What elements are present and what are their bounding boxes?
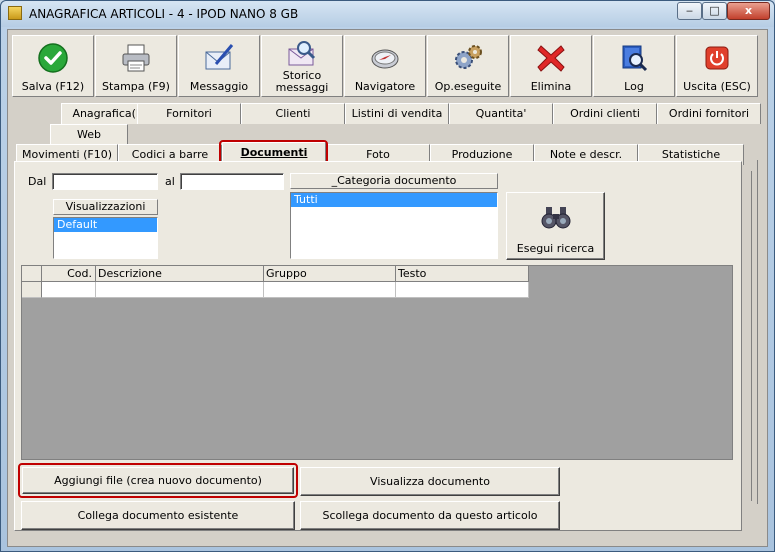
message-history-label: Storico messaggi (262, 70, 342, 94)
operations-label: Op.eseguite (434, 80, 502, 93)
tab-fornitori[interactable]: Fornitori (137, 103, 241, 124)
maximize-button[interactable]: □ (702, 2, 727, 20)
log-label: Log (624, 80, 644, 93)
close-button[interactable]: x (727, 2, 770, 20)
views-option-default[interactable]: Default (54, 218, 157, 232)
delete-button[interactable]: Elimina (510, 35, 592, 97)
exit-label: Uscita (ESC) (683, 80, 751, 93)
window-title: ANAGRAFICA ARTICOLI - 4 - IPOD NANO 8 GB (29, 7, 299, 21)
binoculars-icon (541, 207, 571, 229)
to-date-label: al (165, 175, 175, 188)
add-file-highlight (18, 463, 298, 498)
navigator-label: Navigatore (354, 80, 416, 93)
grid-header-descrizione[interactable]: Descrizione (96, 266, 264, 282)
message-label: Messaggio (189, 80, 249, 93)
message-button[interactable]: Messaggio (178, 35, 260, 97)
grid-cell-gruppo[interactable] (264, 282, 396, 298)
tab-panel-edge (748, 171, 752, 501)
from-date-label: Dal (28, 175, 47, 188)
link-existing-document-button[interactable]: Collega documento esistente (21, 501, 295, 530)
tab-web[interactable]: Web (50, 124, 128, 145)
print-button[interactable]: Stampa (F9) (95, 35, 177, 97)
tab-ordini-fornitori[interactable]: Ordini fornitori (657, 103, 761, 124)
tab-ordini-clienti[interactable]: Ordini clienti (553, 103, 657, 124)
tab-clienti[interactable]: Clienti (241, 103, 345, 124)
tab-quantita[interactable]: Quantita' (449, 103, 553, 124)
grid-cell-cod[interactable] (42, 282, 96, 298)
book-search-icon (622, 45, 648, 72)
grid-header-testo[interactable]: Testo (396, 266, 529, 282)
view-document-button[interactable]: Visualizza documento (300, 467, 560, 496)
envelope-search-icon (288, 41, 316, 66)
views-header: Visualizzazioni (53, 199, 158, 215)
compass-icon (371, 49, 399, 69)
grid-cell-descrizione[interactable] (96, 282, 264, 298)
search-button[interactable]: Esegui ricerca (506, 192, 605, 260)
from-date-input[interactable] (52, 173, 158, 190)
unlink-document-button[interactable]: Scollega documento da questo articolo (300, 501, 560, 530)
log-button[interactable]: Log (593, 35, 675, 97)
operations-button[interactable]: Op.eseguite (427, 35, 509, 97)
message-history-label-line2: messaggi (275, 81, 329, 94)
minimize-button[interactable]: ‒ (677, 2, 702, 20)
red-x-icon (537, 45, 565, 72)
print-label: Stampa (F9) (102, 80, 170, 93)
gears-icon (455, 45, 482, 69)
save-label: Salva (F12) (21, 80, 85, 93)
grid-cell-testo[interactable] (396, 282, 529, 298)
power-icon (705, 46, 729, 70)
views-listbox[interactable]: Default (53, 217, 158, 259)
delete-label: Elimina (530, 80, 572, 93)
tab-panel-edge (754, 160, 758, 504)
app-icon (8, 6, 22, 20)
grid-corner-header (22, 266, 42, 282)
grid-header-gruppo[interactable]: Gruppo (264, 266, 396, 282)
category-listbox[interactable]: Tutti (290, 192, 498, 259)
exit-button[interactable]: Uscita (ESC) (676, 35, 758, 97)
search-button-label: Esegui ricerca (516, 242, 595, 255)
navigator-button[interactable]: Navigatore (344, 35, 426, 97)
save-button[interactable]: Salva (F12) (12, 35, 94, 97)
to-date-input[interactable] (180, 173, 284, 190)
message-history-button[interactable]: Storico messaggi (261, 35, 343, 97)
title-bar[interactable]: ANAGRAFICA ARTICOLI - 4 - IPOD NANO 8 GB… (1, 1, 774, 27)
envelope-pen-icon (205, 44, 234, 70)
category-header: _Categoria documento (290, 173, 498, 189)
tab-listini-vendita[interactable]: Listini di vendita (345, 103, 449, 124)
grid-header-cod[interactable]: Cod. (42, 266, 96, 282)
printer-icon (122, 44, 150, 72)
documents-grid[interactable]: Cod. Descrizione Gruppo Testo (21, 265, 733, 460)
grid-row-indicator[interactable] (22, 282, 42, 298)
category-option-tutti[interactable]: Tutti (291, 193, 497, 207)
checkmark-icon (38, 43, 68, 73)
